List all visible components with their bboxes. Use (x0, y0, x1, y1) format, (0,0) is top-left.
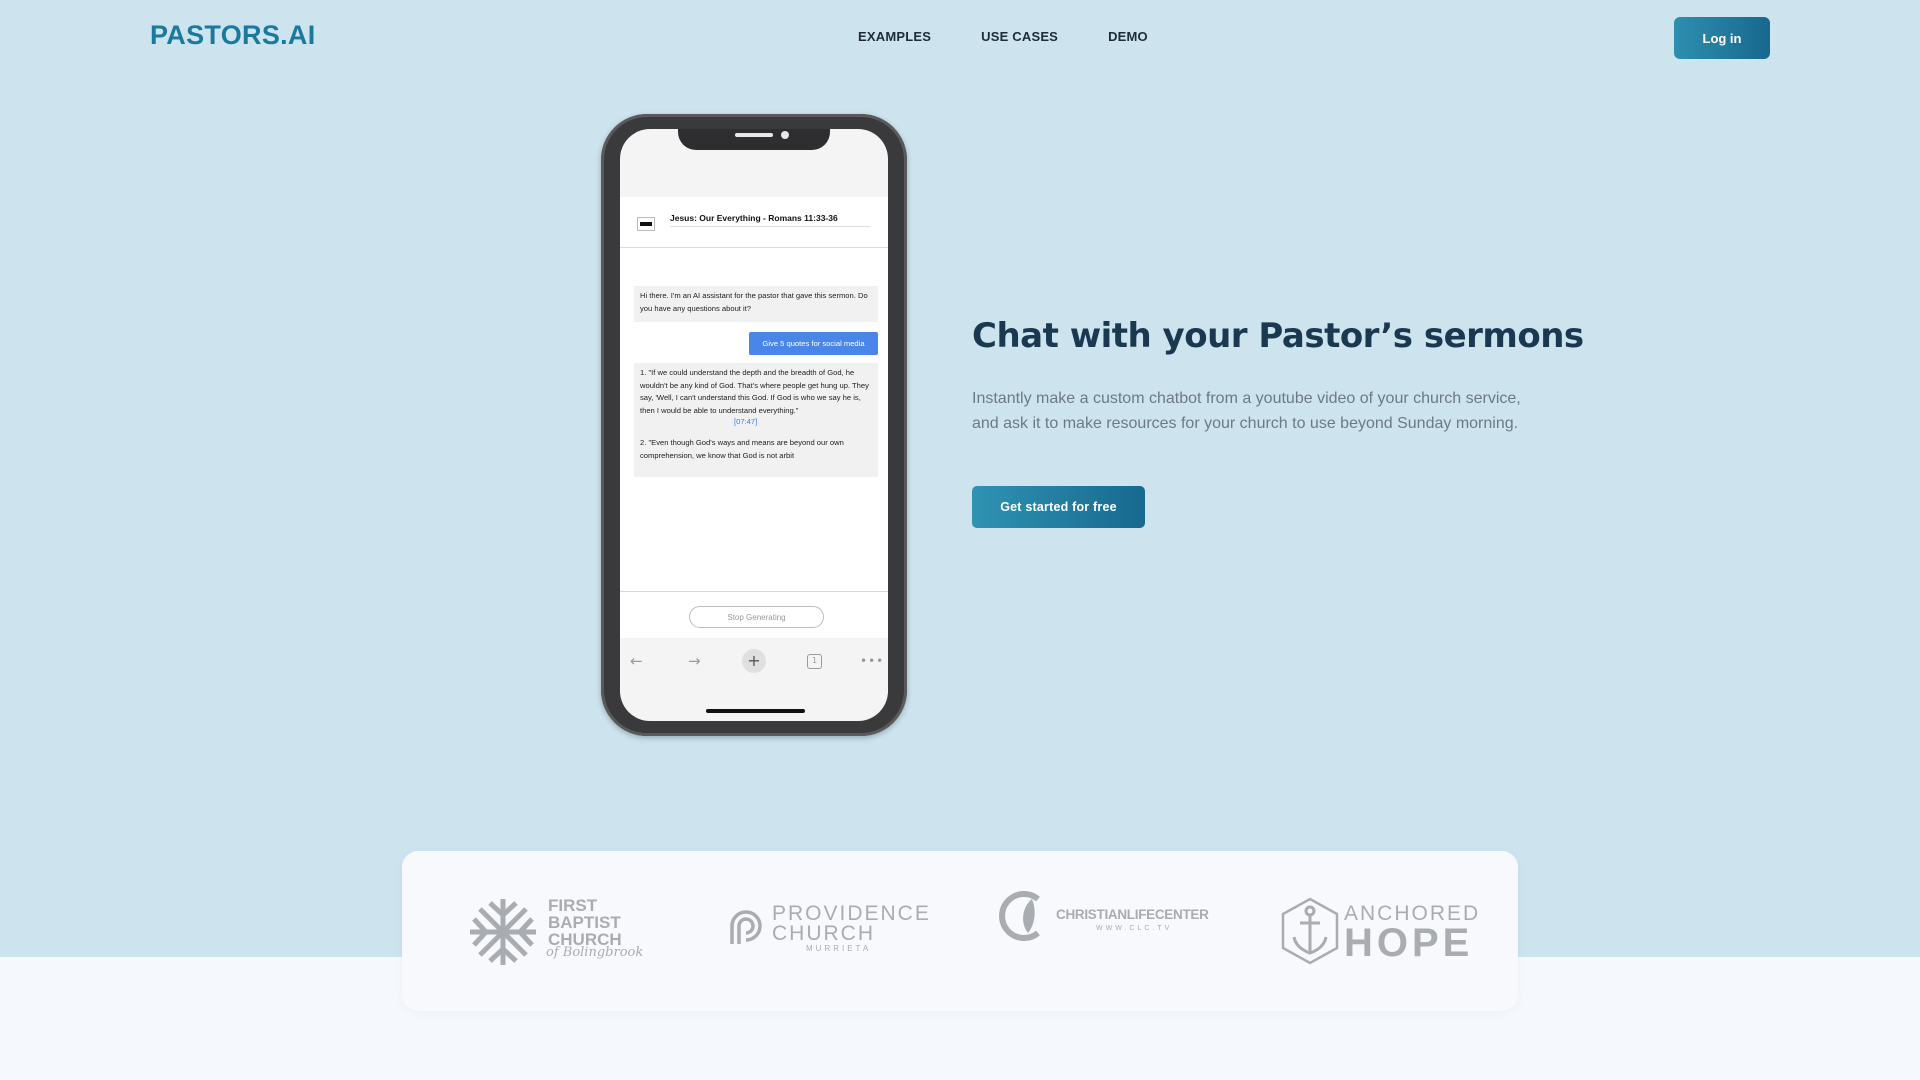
phone-notch (678, 129, 830, 150)
chat-header: Jesus: Our Everything - Romans 11:33-36 (620, 197, 888, 248)
login-button[interactable]: Log in (1674, 17, 1770, 59)
video-thumbnail-icon (637, 217, 655, 231)
user-message-bubble: Give 5 quotes for social media (749, 332, 878, 355)
timestamp-link[interactable]: [07:47] (734, 417, 757, 426)
more-icon[interactable]: ••• (860, 652, 884, 670)
phone-screen: Jesus: Our Everything - Romans 11:33-36 … (620, 129, 888, 721)
first-baptist-logo: FIRST BAPTIST CHURCH of Bolingbrook (466, 895, 643, 974)
phone-mockup: Jesus: Our Everything - Romans 11:33-36 … (601, 114, 907, 736)
clc-name: CHRISTIANLIFECENTER (1056, 907, 1209, 922)
anchor-icon (1281, 897, 1339, 965)
nav-demo[interactable]: DEMO (1108, 29, 1148, 44)
ai-answer-bubble: 1. "If we could understand the depth and… (634, 363, 878, 477)
hero-background (0, 0, 1920, 957)
providence-logo: PROVIDENCE CHURCH MURRIETA (724, 903, 929, 953)
first-baptist-script: of Bolingbrook (546, 945, 644, 960)
phone-speaker (735, 133, 773, 137)
ai-answer-quote-1: 1. "If we could understand the depth and… (640, 368, 869, 415)
hero-title: Chat with your Pastor’s sermons (972, 316, 1584, 356)
hero-description: Instantly make a custom chatbot from a y… (972, 390, 1521, 432)
christian-life-center-logo: CHRISTIANLIFECENTER WWW.CLC.TV (998, 889, 1209, 946)
arrow-left-icon[interactable]: ← (630, 652, 643, 670)
brand-logo[interactable]: PASTORS.AI (150, 20, 316, 51)
home-indicator (706, 709, 805, 713)
plus-icon[interactable]: + (742, 649, 766, 673)
anchored-hope-line2: HOPE (1344, 921, 1474, 965)
nav-use-cases[interactable]: USE CASES (981, 29, 1058, 44)
providence-emblem-icon (730, 910, 762, 944)
divider (620, 591, 888, 592)
clc-emblem-icon (999, 891, 1040, 941)
get-started-button[interactable]: Get started for free (972, 486, 1145, 528)
anchored-hope-logo: ANCHORED HOPE (1280, 897, 1478, 970)
church-logos-card: FIRST BAPTIST CHURCH of Bolingbrook PROV… (402, 851, 1518, 1011)
phone-camera (781, 131, 789, 139)
stop-generating-button[interactable]: Stop Generating (689, 606, 824, 628)
clc-sub: WWW.CLC.TV (1096, 925, 1173, 932)
main-nav: EXAMPLES USE CASES DEMO (858, 29, 1148, 44)
tabs-icon[interactable]: 1 (807, 654, 822, 669)
providence-sub: MURRIETA (806, 944, 872, 953)
first-baptist-line2: BAPTIST (548, 913, 621, 932)
arrow-right-icon[interactable]: → (688, 652, 701, 670)
providence-line1: PROVIDENCE (772, 902, 931, 925)
chat-title: Jesus: Our Everything - Romans 11:33-36 (670, 213, 870, 227)
ai-greeting-bubble: Hi there. I'm an AI assistant for the pa… (634, 286, 878, 322)
ai-answer-quote-2: 2. "Even though God's ways and means are… (640, 438, 844, 460)
cross-emblem-icon (470, 899, 536, 965)
providence-line2: CHURCH (772, 922, 875, 945)
first-baptist-line1: FIRST (548, 896, 598, 915)
nav-examples[interactable]: EXAMPLES (858, 29, 931, 44)
browser-toolbar: ← → + 1 ••• (620, 638, 888, 693)
